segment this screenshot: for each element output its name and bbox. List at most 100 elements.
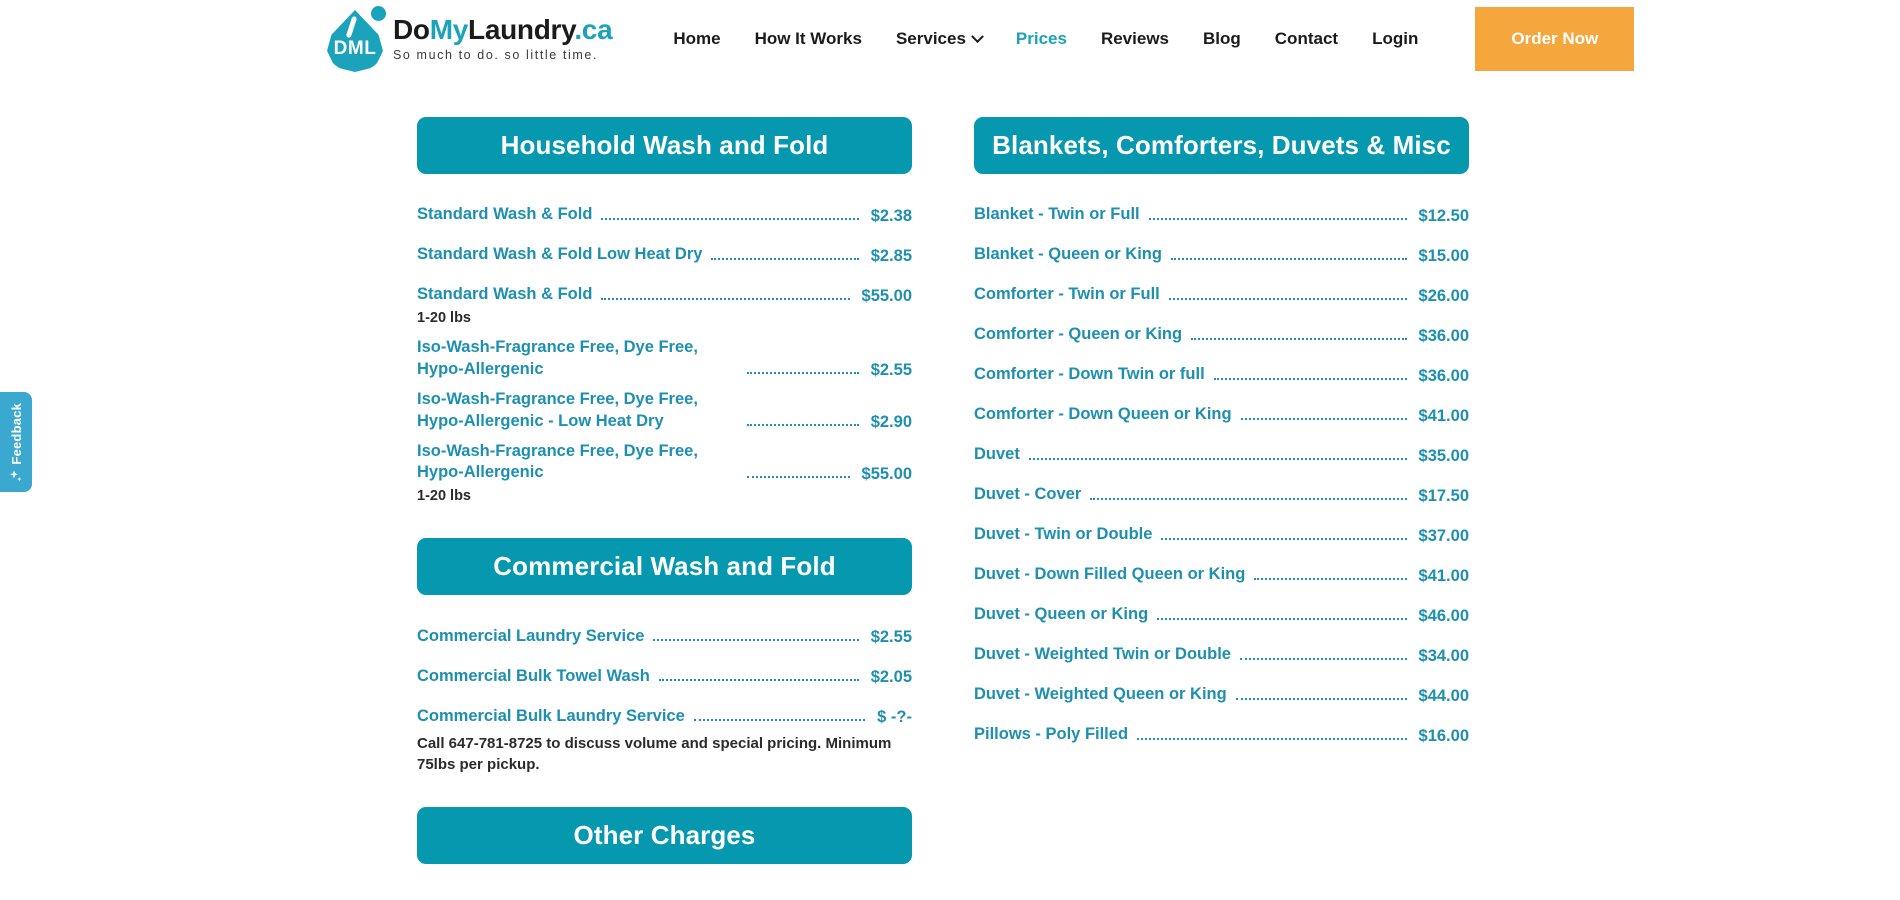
prices-grid: Household Wash and Fold Standard Wash & F… — [417, 117, 1900, 876]
dotted-leader — [601, 217, 859, 220]
price-list: Commercial Laundry Service $2.55 Commercia… — [417, 607, 912, 775]
chevron-down-icon — [971, 29, 984, 43]
price-row: Duvet $35.00 — [974, 426, 1469, 466]
price-row: Iso-Wash-Fragrance Free, Dye Free, Hypo-… — [417, 328, 912, 380]
dotted-leader — [1148, 217, 1407, 220]
price-item-name: Duvet - Down Filled Queen or King — [974, 565, 1246, 584]
price-list: Standard Wash & Fold $2.38 Standard Wash &… — [417, 186, 912, 507]
logo-name-my: My — [429, 14, 469, 46]
price-item-value: $ -?- — [877, 708, 912, 727]
nav-item-label: Home — [673, 29, 721, 48]
category-header: Blankets, Comforters, Duvets & Misc — [974, 117, 1469, 174]
price-item-name: Blanket - Twin or Full — [974, 205, 1140, 224]
dotted-leader — [1239, 657, 1407, 660]
price-item-name: Comforter - Queen or King — [974, 325, 1183, 344]
price-item-value: $2.55 — [870, 628, 912, 647]
logo-name-laundry: Laundry — [468, 14, 575, 46]
water-drop-logo-icon: DML — [327, 6, 386, 72]
nav-item-login[interactable]: Login — [1355, 29, 1435, 49]
price-item-value: $46.00 — [1418, 606, 1469, 625]
dotted-leader — [1137, 737, 1407, 740]
feedback-tab[interactable]: Feedback — [0, 392, 32, 492]
price-row: Commercial Bulk Laundry Service $ -?- — [417, 687, 912, 727]
price-row: Commercial Bulk Towel Wash $2.05 — [417, 647, 912, 687]
dotted-leader — [747, 475, 850, 478]
price-item-value: $17.50 — [1418, 486, 1469, 505]
dotted-leader — [1191, 337, 1407, 340]
nav-item-reviews[interactable]: Reviews — [1084, 29, 1186, 49]
nav-item-label: Reviews — [1100, 29, 1169, 48]
price-row: Duvet - Queen or King $46.00 — [974, 586, 1469, 626]
price-item-value: $2.05 — [870, 668, 912, 687]
price-item-value: $55.00 — [861, 286, 912, 305]
price-item-value: $44.00 — [1418, 686, 1469, 705]
price-row: Duvet - Weighted Queen or King $44.00 — [974, 666, 1469, 706]
price-row: Iso-Wash-Fragrance Free, Dye Free, Hypo-… — [417, 380, 912, 432]
price-item-value: $26.00 — [1418, 286, 1469, 305]
dotted-leader — [747, 372, 859, 375]
nav-item-label: Login — [1372, 29, 1419, 48]
price-item-name: Standard Wash & Fold Low Heat Dry — [417, 245, 703, 264]
nav-item-how-it-works[interactable]: How It Works — [738, 29, 879, 49]
nav-item-services[interactable]: Services — [879, 29, 999, 49]
nav-item-prices[interactable]: Prices — [999, 29, 1084, 49]
dotted-leader — [1254, 577, 1407, 580]
dotted-leader — [693, 719, 866, 722]
price-item-value: $41.00 — [1418, 566, 1469, 585]
price-item-name: Standard Wash & Fold — [417, 285, 593, 304]
order-now-button[interactable]: Order Now — [1475, 7, 1635, 71]
site-header: DML DoMyLaundry.ca So much to do. so lit… — [0, 0, 1900, 78]
price-row: Comforter - Queen or King $36.00 — [974, 306, 1469, 346]
nav-item-home[interactable]: Home — [656, 29, 737, 49]
category-header: Household Wash and Fold — [417, 117, 912, 174]
price-item-value: $41.00 — [1418, 406, 1469, 425]
price-item-name: Duvet - Twin or Double — [974, 525, 1153, 544]
price-item-value: $2.90 — [870, 412, 912, 431]
prices-section: Household Wash and Fold Standard Wash & F… — [0, 78, 1900, 876]
price-row: Standard Wash & Fold $55.00 — [417, 266, 912, 306]
price-item-name: Blanket - Queen or King — [974, 245, 1162, 264]
price-item-name: Iso-Wash-Fragrance Free, Dye Free, Hypo-… — [417, 390, 698, 430]
dotted-leader — [1240, 417, 1407, 420]
dotted-leader — [1090, 497, 1407, 500]
price-row: Comforter - Twin or Full $26.00 — [974, 266, 1469, 306]
nav-item-blog[interactable]: Blog — [1186, 29, 1258, 49]
price-item-name: Iso-Wash-Fragrance Free, Dye Free, Hypo-… — [417, 338, 698, 378]
dotted-leader — [653, 639, 859, 642]
price-list: Blanket - Twin or Full $12.50 Blanket - Qu… — [974, 186, 1469, 746]
price-item-name: Duvet - Weighted Twin or Double — [974, 645, 1231, 664]
logo-wordmark: DoMyLaundry.ca So much to do. so little … — [393, 14, 613, 63]
price-row: Duvet - Twin or Double $37.00 — [974, 506, 1469, 546]
price-item-note: 1-20 lbs — [417, 309, 471, 326]
dotted-leader — [1028, 457, 1407, 460]
nav-item-label: How It Works — [754, 29, 862, 48]
price-row: Blanket - Twin or Full $12.50 — [974, 186, 1469, 226]
logo-tagline: So much to do. so little time. — [393, 48, 599, 63]
dotted-leader — [1168, 297, 1407, 300]
price-row: Comforter - Down Queen or King $41.00 — [974, 386, 1469, 426]
price-item-name: Duvet - Queen or King — [974, 605, 1149, 624]
price-item-value: $15.00 — [1418, 246, 1469, 265]
price-row: Commercial Laundry Service $2.55 — [417, 607, 912, 647]
category-header: Other Charges — [417, 807, 912, 865]
dotted-leader — [1157, 617, 1407, 620]
price-item-value: $2.38 — [870, 206, 912, 225]
dotted-leader — [1235, 697, 1407, 700]
logo-monogram: DML — [333, 38, 377, 59]
prices-right-column: Blankets, Comforters, Duvets & Misc Blank… — [974, 117, 1469, 876]
price-item-value: $35.00 — [1418, 446, 1469, 465]
nav-item-label: Prices — [1015, 29, 1067, 48]
price-item-name: Comforter - Twin or Full — [974, 285, 1160, 304]
price-item-value: $2.55 — [870, 361, 912, 380]
price-item-name: Commercial Bulk Towel Wash — [417, 666, 650, 685]
price-row: Standard Wash & Fold Low Heat Dry $2.85 — [417, 226, 912, 266]
feedback-tab-label: Feedback — [8, 403, 24, 465]
drop-dot-icon — [371, 6, 386, 21]
price-row: Comforter - Down Twin or full $36.00 — [974, 346, 1469, 386]
price-item-name: Commercial Laundry Service — [417, 626, 645, 645]
nav-item-contact[interactable]: Contact — [1258, 29, 1355, 49]
site-logo[interactable]: DML DoMyLaundry.ca So much to do. so lit… — [327, 6, 613, 72]
price-item-value: $55.00 — [861, 464, 912, 483]
